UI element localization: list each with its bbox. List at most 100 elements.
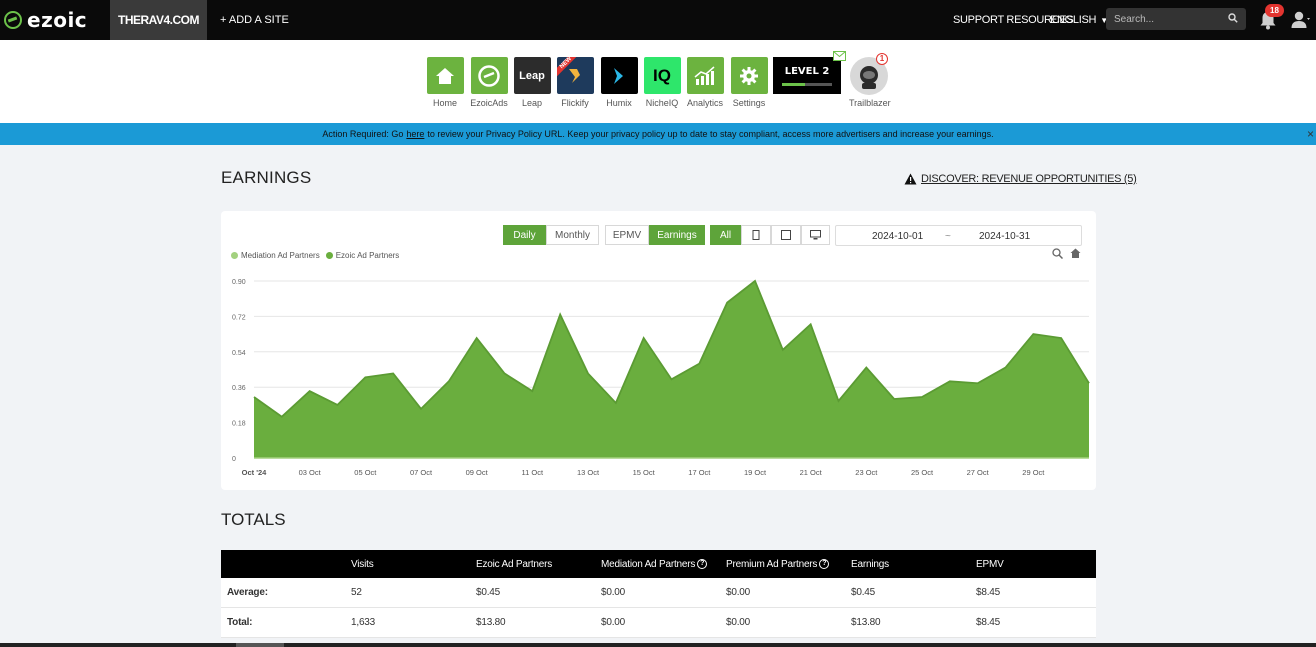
home-icon — [426, 57, 464, 94]
legend-label: Mediation Ad Partners — [241, 251, 320, 260]
cell-epmv: $8.45 — [976, 587, 1001, 598]
banner-link[interactable]: here — [406, 129, 424, 139]
cell-visits: 1,633 — [351, 617, 376, 628]
legend-dot — [231, 252, 238, 259]
header-ezoic-ad-partners: Ezoic Ad Partners — [476, 558, 553, 570]
x-tick-label: 07 Oct — [410, 468, 433, 477]
header-label: Mediation Ad Partners — [601, 558, 696, 570]
x-tick-label: 13 Oct — [577, 468, 600, 477]
date-range-picker[interactable]: 2024-10-01 ~ 2024-10-31 — [835, 225, 1082, 246]
site-selector[interactable]: THERAV4.COM — [110, 0, 207, 40]
mobile-button[interactable] — [741, 225, 771, 245]
app-settings[interactable]: Settings — [730, 57, 768, 108]
cell-premium: $0.00 — [726, 617, 751, 628]
daily-button[interactable]: Daily — [503, 225, 546, 245]
y-tick-label: 0 — [232, 456, 236, 463]
leap-icon: Leap — [513, 57, 551, 94]
reset-home-icon[interactable] — [1070, 248, 1081, 259]
x-tick-label: 21 Oct — [800, 468, 823, 477]
discover-label: DISCOVER: REVENUE OPPORTUNITIES (5) — [921, 173, 1137, 185]
legend-label: Ezoic Ad Partners — [335, 251, 400, 260]
nicheiq-tile-text: IQ — [653, 65, 671, 85]
chart-tools — [1052, 248, 1081, 259]
earnings-button[interactable]: Earnings — [649, 225, 705, 245]
level-progress-fill — [782, 83, 805, 86]
x-tick-label: 15 Oct — [633, 468, 656, 477]
tablet-button[interactable] — [771, 225, 801, 245]
bottom-scrollbar[interactable] — [0, 643, 1316, 647]
table-row: Average: 52 $0.45 $0.00 $0.00 $0.45 $8.4… — [221, 578, 1096, 608]
banner-suffix: to review your Privacy Policy URL. Keep … — [427, 129, 994, 139]
y-tick-label: 0.18 — [232, 421, 246, 428]
table-row: Total: 1,633 $13.80 $0.00 $0.00 $13.80 $… — [221, 608, 1096, 638]
tablet-icon — [781, 230, 791, 240]
x-tick-label: 19 Oct — [744, 468, 767, 477]
cell-ezoic: $13.80 — [476, 617, 506, 628]
level-text: LEVEL 2 — [784, 66, 830, 77]
warning-icon — [904, 173, 917, 185]
cell-earnings: $0.45 — [851, 587, 876, 598]
x-tick-label: 25 Oct — [911, 468, 934, 477]
monthly-button[interactable]: Monthly — [546, 225, 599, 245]
date-from: 2024-10-01 — [872, 231, 924, 242]
close-icon[interactable]: × — [1307, 127, 1314, 141]
search-icon[interactable] — [1228, 13, 1238, 23]
level-progress-bar — [782, 83, 832, 86]
desktop-button[interactable] — [801, 225, 830, 245]
level-badge[interactable]: LEVEL 2 — [773, 51, 846, 94]
ezoic-logo[interactable]: ezoic — [0, 0, 110, 40]
earnings-title: EARNINGS — [221, 168, 312, 187]
desktop-icon — [810, 230, 821, 240]
header-epmv: EPMV — [976, 558, 1004, 570]
notification-badge: 18 — [1265, 4, 1284, 17]
y-tick-label: 0.90 — [232, 279, 246, 286]
x-tick-label: 27 Oct — [967, 468, 990, 477]
chart-legend: Mediation Ad Partners Ezoic Ad Partners — [231, 251, 405, 260]
cell-mediation: $0.00 — [601, 617, 626, 628]
mobile-icon — [752, 230, 760, 240]
table-header: Visits Ezoic Ad Partners Mediation Ad Pa… — [221, 550, 1096, 578]
trailblazer[interactable]: 1 Trailblazer — [849, 53, 891, 108]
x-tick-label: 11 Oct — [522, 468, 544, 477]
cell-ezoic: $0.45 — [476, 587, 501, 598]
trailblazer-badge: 1 — [876, 53, 888, 65]
cell-visits: 52 — [351, 587, 362, 598]
search-box — [1106, 8, 1246, 30]
help-icon[interactable]: ? — [697, 559, 708, 569]
add-site-link[interactable]: + ADD A SITE — [220, 0, 289, 40]
gear-icon — [730, 57, 768, 94]
nicheiq-icon: IQ — [643, 57, 681, 94]
x-tick-label: 23 Oct — [855, 468, 878, 477]
totals-table: Visits Ezoic Ad Partners Mediation Ad Pa… — [221, 550, 1096, 638]
discover-revenue-link[interactable]: DISCOVER: REVENUE OPPORTUNITIES (5) — [904, 173, 1137, 185]
search-input[interactable] — [1106, 8, 1221, 30]
epmv-button[interactable]: EPMV — [605, 225, 649, 245]
x-tick-label: 05 Oct — [354, 468, 377, 477]
header-mediation-ad-partners: Mediation Ad Partners? — [601, 550, 708, 578]
logo-text: ezoic — [27, 8, 88, 32]
flickify-icon: NEW — [556, 57, 594, 94]
user-icon[interactable] — [1290, 10, 1310, 30]
header-premium-ad-partners: Premium Ad Partners? — [726, 550, 830, 578]
privacy-banner: Action Required: Go here to review your … — [0, 123, 1316, 145]
analytics-icon — [686, 57, 724, 94]
legend-ezoic[interactable]: Ezoic Ad Partners — [325, 251, 400, 260]
cell-epmv: $8.45 — [976, 617, 1001, 628]
cell-premium: $0.00 — [726, 587, 751, 598]
row-label: Average: — [227, 587, 268, 598]
cell-mediation: $0.00 — [601, 587, 626, 598]
totals-title: TOTALS — [221, 510, 286, 529]
humix-icon — [600, 57, 638, 94]
header-earnings: Earnings — [851, 558, 889, 570]
legend-mediation[interactable]: Mediation Ad Partners — [231, 251, 320, 260]
scrollbar-thumb[interactable] — [236, 643, 284, 647]
language-dropdown[interactable]: ENGLISH ▼ — [1050, 0, 1108, 40]
x-tick-label: 03 Oct — [299, 468, 322, 477]
legend-dot — [325, 252, 333, 259]
trailblazer-label: Trailblazer — [849, 98, 891, 108]
all-devices-button[interactable]: All — [710, 225, 741, 245]
y-tick-label: 0.36 — [232, 385, 246, 392]
header-visits: Visits — [351, 558, 374, 570]
help-icon[interactable]: ? — [819, 559, 830, 569]
zoom-icon[interactable] — [1052, 248, 1063, 259]
